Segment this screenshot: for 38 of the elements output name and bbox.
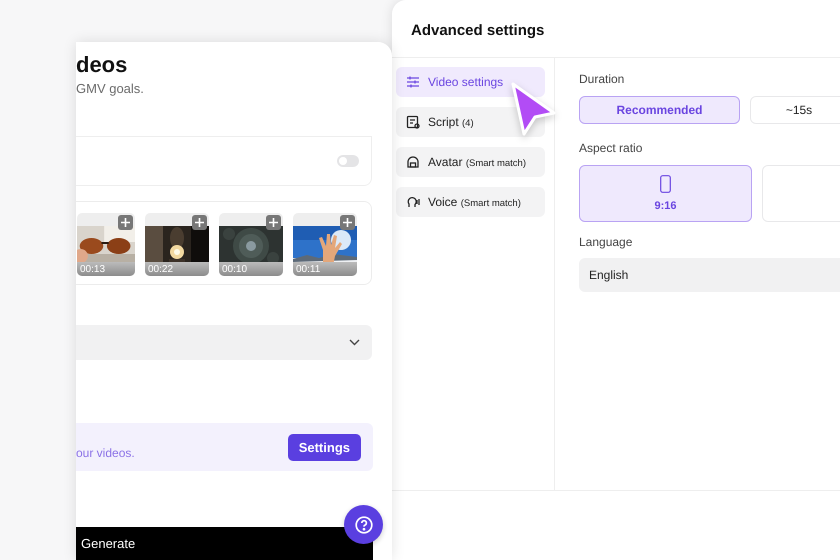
- help-icon: [354, 516, 372, 534]
- duration-label: 00:13: [80, 264, 106, 275]
- head-icon: [406, 195, 420, 209]
- plus-icon: [343, 218, 352, 227]
- add-button[interactable]: [340, 215, 355, 230]
- notice-text: our videos.: [76, 446, 135, 460]
- duration-option[interactable]: ~15s: [750, 96, 840, 124]
- chevron-icon: [349, 339, 360, 346]
- toggle-switch[interactable]: [337, 155, 359, 167]
- field-label: Language: [579, 235, 634, 249]
- duration-label: 00:10: [222, 264, 248, 275]
- field-label: Aspect ratio: [579, 141, 644, 155]
- panel-title: Advanced settings: [411, 22, 544, 38]
- add-button[interactable]: [192, 215, 207, 230]
- duration-label: 00:22: [148, 264, 174, 275]
- plus-icon: [121, 218, 130, 227]
- plus-icon: [269, 218, 278, 227]
- nav-item[interactable]: Voice (Smart match): [396, 187, 545, 217]
- cursor-icon: [509, 80, 557, 138]
- add-button[interactable]: [266, 215, 281, 230]
- plus-icon: [195, 218, 204, 227]
- settings-button[interactable]: Settings: [288, 434, 361, 460]
- field-label: Duration: [579, 72, 626, 86]
- portrait-icon: [660, 175, 671, 193]
- aspect-option[interactable]: 9:16: [579, 165, 752, 222]
- duration-label: 00:11: [296, 264, 320, 275]
- duration-option[interactable]: Recommended: [579, 96, 740, 124]
- sliders-icon: [406, 75, 420, 89]
- nav-item[interactable]: Avatar (Smart match): [396, 147, 545, 177]
- avatar-icon: [406, 155, 420, 169]
- nav-item[interactable]: Script (4): [396, 107, 545, 137]
- page-subtitle: GMV goals.: [76, 81, 145, 96]
- language-select[interactable]: English: [579, 258, 840, 292]
- document-icon: [406, 115, 420, 129]
- page-title: deos: [76, 53, 128, 77]
- nav-item[interactable]: Video settings: [396, 67, 545, 97]
- add-button[interactable]: [118, 215, 133, 230]
- generate-button[interactable]: Generate: [76, 527, 373, 560]
